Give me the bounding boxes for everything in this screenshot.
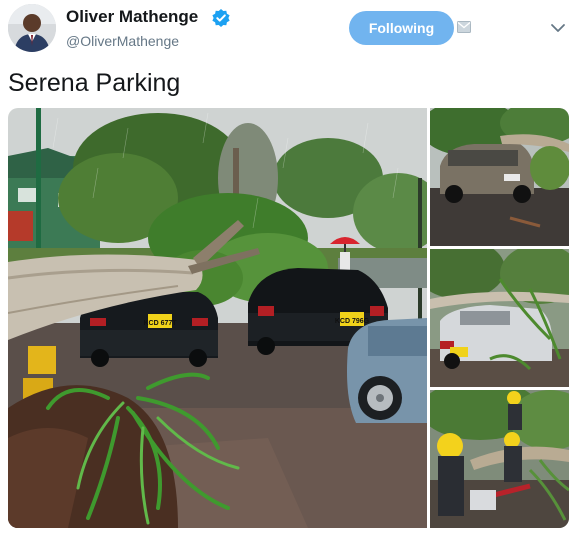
photo-fallen-tree-icon: KCD 677T KCD 796G bbox=[8, 108, 427, 528]
media-grid: KCD 677T KCD 796G bbox=[8, 108, 569, 528]
display-name[interactable]: Oliver Mathenge bbox=[66, 7, 198, 27]
photo-main[interactable]: KCD 677T KCD 796G bbox=[8, 108, 427, 528]
user-handle[interactable]: @OliverMathenge bbox=[66, 33, 179, 49]
chevron-down-icon[interactable] bbox=[550, 22, 566, 34]
tweet-header: Oliver Mathenge @OliverMathenge Followin… bbox=[0, 0, 577, 60]
plate-car-1: KCD 677T bbox=[143, 320, 177, 327]
photo-suv-icon bbox=[430, 108, 569, 246]
photo-thumb-3[interactable] bbox=[430, 390, 569, 528]
avatar-photo-icon bbox=[8, 4, 56, 52]
tweet-text: Serena Parking bbox=[8, 69, 181, 97]
photo-thumb-2[interactable] bbox=[430, 249, 569, 387]
mail-icon[interactable] bbox=[457, 21, 471, 33]
plate-car-2: KCD 796G bbox=[335, 318, 370, 325]
verified-badge-icon bbox=[212, 9, 230, 27]
user-avatar[interactable] bbox=[8, 4, 56, 52]
photo-thumb-1[interactable] bbox=[430, 108, 569, 246]
photo-workers-icon bbox=[430, 390, 569, 528]
following-button[interactable]: Following bbox=[349, 11, 454, 45]
photo-crushed-car-icon bbox=[430, 249, 569, 387]
